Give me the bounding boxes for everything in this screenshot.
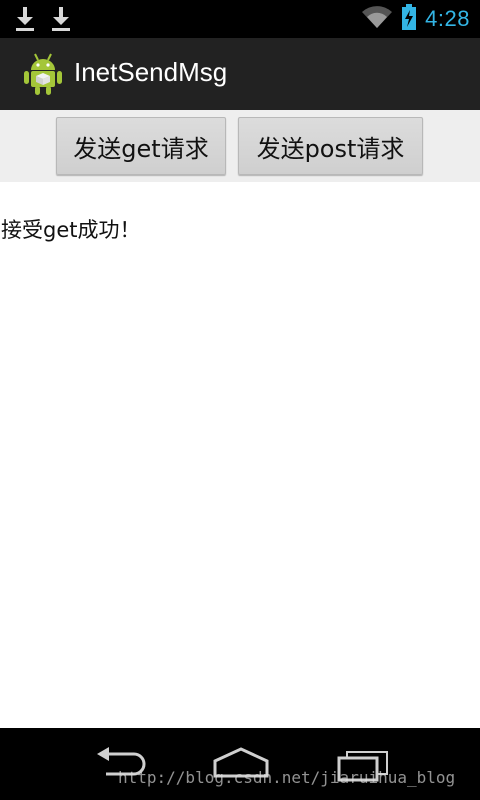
system-status: 4:28	[361, 4, 470, 34]
status-bar: 4:28	[0, 0, 480, 38]
wifi-icon	[361, 5, 393, 33]
action-bar: InetSendMsg	[0, 38, 480, 110]
download-icon	[14, 6, 36, 32]
watermark-url: http://blog.csdn.net/jiaruihua_blog	[118, 768, 456, 787]
button-strip: 发送get请求 发送post请求	[0, 110, 480, 182]
app-title: InetSendMsg	[74, 57, 228, 87]
navigation-bar: http://blog.csdn.net/jiaruihua_blog	[0, 728, 480, 800]
clock: 4:28	[425, 6, 470, 31]
notification-icons	[14, 6, 72, 32]
content-area: 接受get成功！	[0, 182, 480, 728]
android-app-icon	[22, 52, 64, 96]
result-text: 接受get成功！	[1, 218, 141, 242]
send-get-button[interactable]: 发送get请求	[56, 117, 226, 175]
battery-charging-icon	[401, 4, 417, 34]
download-icon	[50, 6, 72, 32]
send-post-button[interactable]: 发送post请求	[238, 117, 423, 175]
